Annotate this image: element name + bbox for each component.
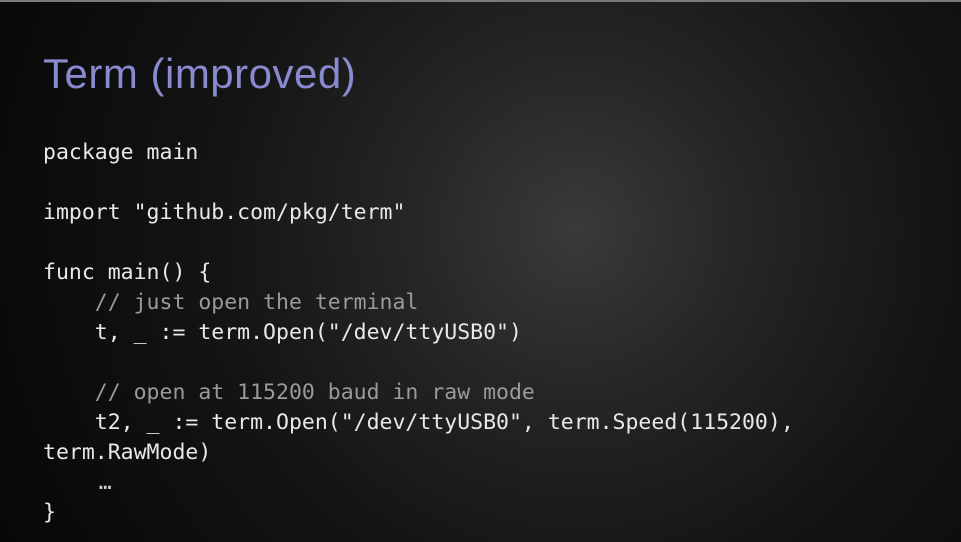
code-line: import "github.com/pkg/term": [43, 200, 405, 225]
code-line: package main: [43, 140, 198, 165]
code-line: t, _ := term.Open("/dev/ttyUSB0"): [43, 320, 522, 345]
code-line: func main() {: [43, 260, 211, 285]
slide-title: Term (improved): [43, 50, 356, 98]
code-line: t2, _ := term.Open("/dev/ttyUSB0", term.…: [43, 410, 794, 435]
code-comment: // open at 115200 baud in raw mode: [43, 380, 535, 405]
code-comment: // just open the terminal: [43, 290, 418, 315]
code-line: }: [43, 500, 56, 525]
code-block: package main import "github.com/pkg/term…: [43, 138, 921, 528]
slide: Term (improved) package main import "git…: [0, 0, 961, 542]
code-ellipsis: …: [43, 470, 113, 495]
code-line: term.RawMode): [43, 440, 211, 465]
